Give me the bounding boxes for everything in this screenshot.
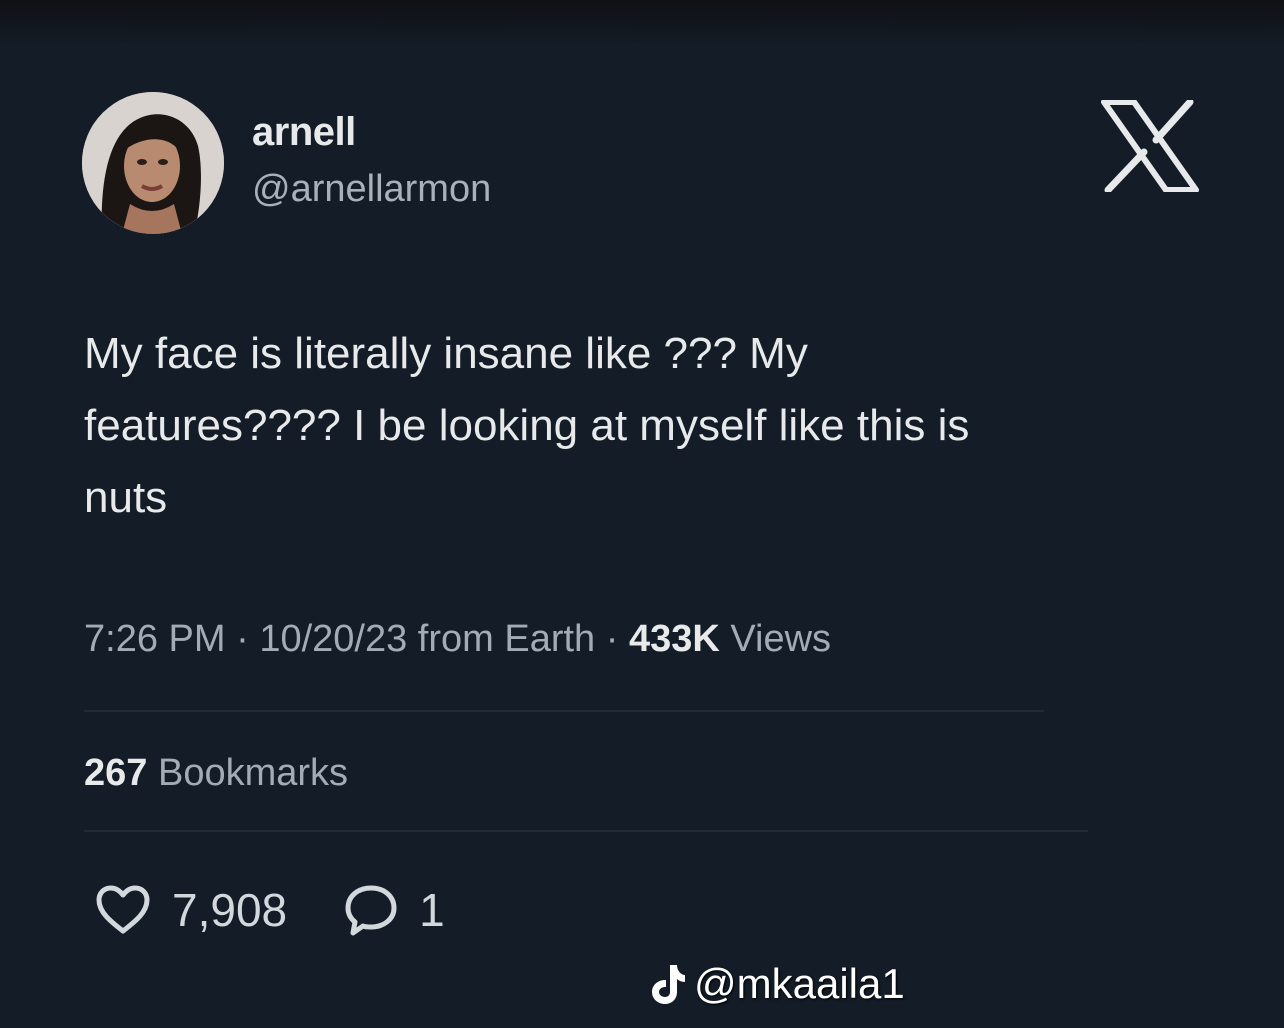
action-bar: 7,908 1 [94, 878, 501, 942]
heart-icon [96, 885, 150, 934]
tweet-meta: 7:26 PM · 10/20/23 from Earth · 433K Vie… [84, 618, 831, 661]
user-handle[interactable]: @arnellarmon [252, 168, 491, 211]
tiktok-watermark: @mkaaila1 [650, 960, 905, 1008]
tweet-date[interactable]: 10/20/23 [259, 618, 407, 660]
views-label: Views [730, 618, 832, 660]
bookmarks-stat[interactable]: 267 Bookmarks [84, 752, 348, 795]
views-count: 433K [628, 618, 720, 660]
display-name[interactable]: arnell [252, 110, 356, 155]
reply-count: 1 [419, 884, 445, 936]
avatar[interactable] [82, 92, 224, 234]
avatar-photo [82, 92, 224, 234]
bookmarks-label: Bookmarks [157, 752, 349, 794]
meta-separator: · [605, 618, 619, 660]
reply-button[interactable]: 1 [343, 883, 445, 937]
tweet-source: from Earth [417, 618, 596, 660]
like-button[interactable]: 7,908 [94, 883, 287, 937]
like-count: 7,908 [172, 884, 288, 936]
divider [84, 830, 1088, 832]
x-logo-icon [1100, 98, 1200, 194]
tiktok-icon [652, 965, 685, 1004]
divider [84, 710, 1044, 712]
bookmarks-count: 267 [84, 752, 148, 794]
top-dark-strip [0, 0, 1284, 42]
watermark-text: @mkaaila1 [694, 960, 905, 1007]
tweet-time[interactable]: 7:26 PM [84, 618, 226, 660]
tweet-text: My face is literally insane like ??? My … [84, 329, 970, 522]
speech-bubble-icon [345, 885, 397, 936]
meta-separator: · [236, 618, 249, 660]
